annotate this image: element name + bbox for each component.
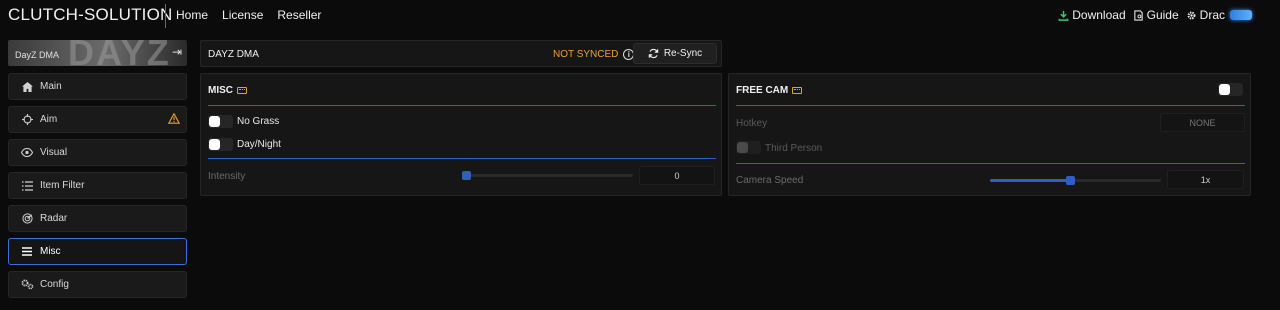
main-nav: Home License Reseller	[176, 8, 321, 22]
sync-status-text: NOT SYNCED	[553, 49, 619, 60]
intensity-value[interactable]: 0	[639, 166, 715, 185]
sidebar-item-visual[interactable]: Visual	[8, 139, 187, 166]
sidebar-item-label: Config	[40, 279, 69, 290]
intensity-slider[interactable]	[462, 171, 633, 180]
sidebar-item-label: Aim	[40, 114, 58, 125]
hotkey-label: Hotkey	[736, 118, 768, 129]
nav-license-link[interactable]: License	[222, 8, 263, 22]
sidebar-item-aim[interactable]: Aim	[8, 106, 187, 133]
intensity-label: Intensity	[208, 171, 246, 182]
section-divider	[208, 158, 716, 159]
sidebar-item-label: Misc	[40, 246, 61, 257]
crosshair-icon	[20, 114, 34, 125]
sidebar-item-label: Radar	[40, 213, 68, 224]
day-night-label: Day/Night	[237, 139, 281, 150]
sidebar-item-radar[interactable]: Radar	[8, 205, 187, 232]
radar-icon	[20, 213, 34, 224]
home-icon	[20, 81, 34, 92]
guide-link[interactable]: Guide	[1133, 8, 1179, 22]
misc-title-text: MISC	[208, 85, 233, 96]
username: Drac	[1199, 8, 1225, 22]
freecam-panel: FREE CAM Hotkey NONE Third Person Camera…	[728, 73, 1251, 196]
top-nav-bar: CLUTCH-SOLUTION Home License Reseller Do…	[0, 0, 1280, 32]
sidebar-item-misc[interactable]: Misc	[8, 238, 187, 265]
game-header-panel: DAYZ DMA NOT SYNCED i Re-Sync	[200, 40, 722, 67]
misc-section-title: MISC	[208, 85, 247, 96]
game-label: DayZ DMA	[15, 50, 60, 60]
no-grass-toggle[interactable]	[208, 115, 233, 128]
sidebar-item-label: Visual	[40, 147, 68, 158]
game-art: DAYZ	[68, 40, 171, 66]
misc-panel: MISC No Grass Day/Night Intensity 0	[200, 73, 722, 196]
section-divider	[736, 163, 1245, 164]
freecam-title-text: FREE CAM	[736, 85, 789, 96]
nav-home-link[interactable]: Home	[176, 8, 208, 22]
menu-icon	[20, 247, 34, 256]
sync-status: NOT SYNCED i	[553, 49, 635, 60]
nav-reseller-link[interactable]: Reseller	[277, 8, 321, 22]
keyboard-icon	[792, 87, 803, 94]
brand-divider	[165, 4, 166, 28]
gears-icon	[20, 279, 34, 290]
brand-logo[interactable]: CLUTCH-SOLUTION	[8, 5, 173, 25]
switch-game-icon[interactable]: ⇥	[172, 45, 182, 59]
guide-icon	[1133, 9, 1143, 21]
sidebar-item-label: Main	[40, 81, 62, 92]
day-night-toggle[interactable]	[208, 138, 233, 151]
camera-speed-value[interactable]: 1x	[1167, 170, 1244, 189]
camera-speed-slider[interactable]	[990, 176, 1161, 185]
download-icon	[1058, 10, 1069, 21]
eye-icon	[20, 148, 34, 157]
page-title: DAYZ DMA	[208, 49, 259, 60]
warning-icon	[167, 112, 181, 127]
freecam-section-title: FREE CAM	[736, 85, 803, 96]
sidebar-item-main[interactable]: Main	[8, 73, 187, 100]
intensity-slider-handle[interactable]	[462, 171, 471, 180]
third-person-label: Third Person	[765, 143, 823, 154]
section-divider	[208, 105, 716, 106]
download-label: Download	[1072, 8, 1126, 22]
user-badge	[1230, 10, 1252, 20]
guide-label: Guide	[1146, 8, 1179, 22]
refresh-icon	[648, 48, 659, 59]
sidebar-item-item-filter[interactable]: Item Filter	[8, 172, 187, 199]
list-icon	[20, 180, 34, 191]
camera-speed-label: Camera Speed	[736, 175, 804, 186]
freecam-toggle[interactable]	[1218, 83, 1243, 96]
resync-label: Re-Sync	[663, 48, 703, 59]
camera-speed-slider-fill	[990, 179, 1071, 182]
sidebar-item-config[interactable]: Config	[8, 271, 187, 298]
keyboard-icon	[237, 87, 247, 94]
game-selector[interactable]: DAYZ DayZ DMA ⇥	[8, 40, 187, 66]
download-link[interactable]: Download	[1058, 8, 1126, 22]
user-nav: Download Guide Drac	[1058, 8, 1252, 22]
resync-button[interactable]: Re-Sync	[633, 43, 717, 64]
gear-icon	[1187, 11, 1196, 19]
third-person-toggle[interactable]	[736, 141, 761, 154]
no-grass-label: No Grass	[237, 116, 280, 127]
user-menu[interactable]: Drac	[1186, 8, 1252, 22]
sidebar: DAYZ DayZ DMA ⇥ Main Aim Visual Item Fil…	[8, 40, 187, 298]
sidebar-item-label: Item Filter	[40, 180, 85, 191]
hotkey-button[interactable]: NONE	[1160, 113, 1245, 132]
camera-speed-slider-handle[interactable]	[1065, 176, 1075, 185]
section-divider	[736, 105, 1245, 106]
